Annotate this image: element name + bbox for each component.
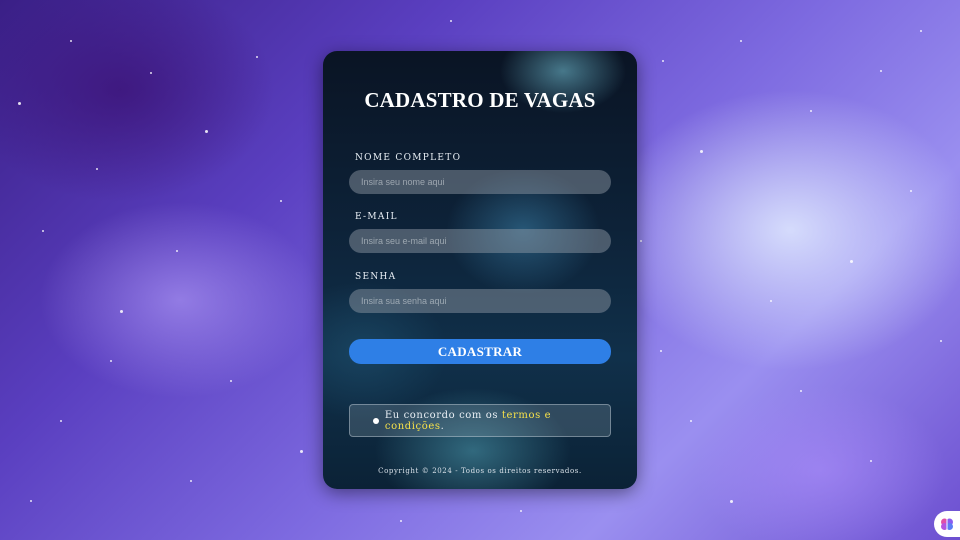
terms-prefix: Eu concordo com os (384, 409, 502, 421)
terms-text: Eu concordo com os termos e condições. (385, 410, 610, 432)
name-label: NOME COMPLETO (355, 153, 462, 163)
password-label: SENHA (355, 272, 397, 282)
name-input[interactable] (349, 170, 611, 194)
registration-card: CADASTRO DE VAGAS NOME COMPLETO E-MAIL S… (323, 51, 637, 489)
form-title: CADASTRO DE VAGAS (364, 88, 596, 112)
email-label: E-MAIL (355, 212, 398, 222)
copyright-text: Copyright © 2024 - Todos os direitos res… (378, 467, 582, 475)
extension-badge[interactable] (934, 511, 960, 537)
email-input[interactable] (349, 229, 611, 253)
password-input[interactable] (349, 289, 611, 313)
submit-button[interactable]: CADASTRAR (349, 339, 611, 364)
brain-icon (941, 518, 953, 530)
terms-radio[interactable] (373, 417, 379, 424)
terms-agreement: Eu concordo com os termos e condições. (349, 404, 611, 437)
terms-suffix: . (440, 420, 445, 432)
